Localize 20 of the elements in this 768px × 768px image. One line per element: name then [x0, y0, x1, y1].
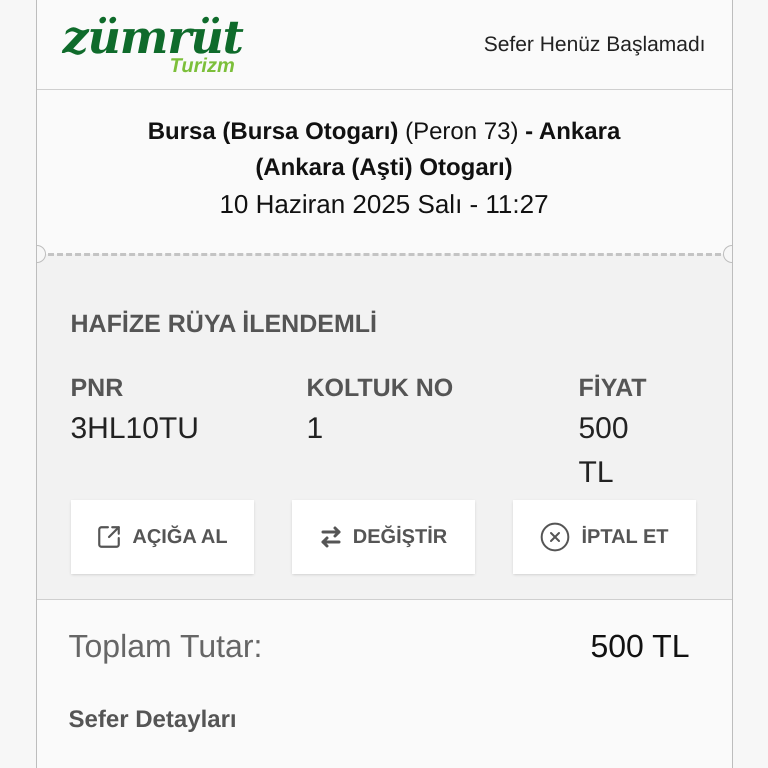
logo: zümrüt Turizm [62, 14, 243, 76]
field-value: 3HL10TU [70, 411, 200, 447]
trip-status: Sefer Henüz Başlamadı [484, 32, 706, 58]
action-button[interactable]: DEĞİŞTİR [292, 500, 474, 574]
total-amount: 500 TL [590, 627, 690, 666]
departure-date: 10 Haziran 2025 Salı - 11:27 [219, 188, 549, 221]
field-value: 500 TL [578, 411, 630, 491]
field-label: FİYAT [578, 372, 648, 404]
field-label: KOLTUK NO [306, 372, 454, 404]
total-label: Toplam Tutar: [68, 627, 262, 666]
passenger-name: HAFİZE RÜYA İLENDEMLİ [70, 309, 378, 340]
external-link-icon [96, 524, 122, 550]
route-title: Bursa (Bursa Otogarı) (Peron 73) - Ankara (Ankara (Aşti) Otogarı) [146, 117, 622, 183]
close-icon [539, 520, 572, 552]
swap-arrows-icon [318, 524, 343, 548]
field-value: 1 [306, 411, 324, 447]
field-label: PNR [70, 372, 124, 404]
section-heading: Sefer Detayları [68, 705, 238, 735]
action-button[interactable]: İPTAL ET [512, 500, 696, 574]
action-button[interactable]: AÇIĞA AL [70, 500, 254, 574]
